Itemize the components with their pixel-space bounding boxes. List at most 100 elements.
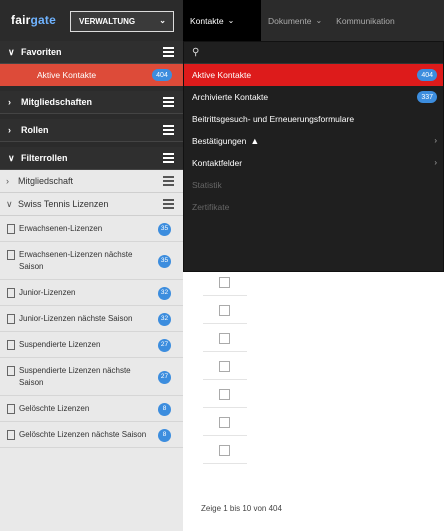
count-badge: 8 (158, 428, 171, 442)
row-checkbox[interactable] (219, 361, 230, 372)
chevron-down-icon: ∨ (8, 152, 15, 163)
table-row (203, 408, 247, 436)
dropdown-item-label: Zertifikate (192, 202, 230, 212)
filter-item-label: Junior-Lizenzen (19, 288, 76, 297)
nav-kommunikation-label: Kommunikation (336, 15, 395, 26)
row-checkbox[interactable] (219, 305, 230, 316)
bookmark-icon[interactable] (7, 224, 15, 234)
section-mitgliedschaften[interactable]: › Mitgliedschaften (0, 91, 183, 114)
sidebar: ∨ Favoriten Aktive Kontakte 404 › Mitgli… (0, 41, 183, 531)
section-rollen[interactable]: › Rollen (0, 119, 183, 142)
dropdown-item[interactable]: Archivierte Kontakte 337 (184, 86, 443, 108)
filter-item-label: Gelöschte Lizenzen nächste Saison (19, 430, 147, 439)
nav-kontakte-label: Kontakte (190, 15, 224, 26)
chevron-down-icon: ⌄ (227, 16, 235, 25)
dropdown-items: Aktive Kontakte 404 Archivierte Kontakte 33… (184, 64, 443, 218)
app-logo[interactable]: fairgate (11, 13, 56, 27)
dropdown-item[interactable]: Bestätigungen ▲ › (184, 130, 443, 152)
count-badge: 27 (158, 370, 171, 384)
chevron-down-icon: ∨ (8, 46, 15, 57)
filter-item[interactable]: Gelöschte Lizenzen nächste Saison 8 (0, 422, 183, 448)
dropdown-item-label: Statistik (192, 180, 222, 190)
menu-icon[interactable] (163, 97, 174, 107)
bookmark-icon[interactable] (7, 340, 15, 350)
filter-item[interactable]: Junior-Lizenzen nächste Saison 32 (0, 306, 183, 332)
row-checkbox[interactable] (219, 333, 230, 344)
menu-icon[interactable] (163, 153, 174, 163)
dropdown-item-label: Beitrittsgesuch- und Erneuerungsformular… (192, 114, 355, 124)
filter-item[interactable]: Erwachsenen-Lizenzen 35 (0, 216, 183, 242)
bookmark-icon[interactable] (7, 288, 15, 298)
dropdown-item-label: Archivierte Kontakte (192, 92, 269, 102)
count-badge: 32 (158, 286, 171, 300)
contacts-table (203, 240, 247, 464)
bookmark-icon[interactable] (7, 430, 15, 440)
row-checkbox[interactable] (219, 389, 230, 400)
filter-item-label: Junior-Lizenzen nächste Saison (19, 314, 133, 323)
dropdown-item: Zertifikate (184, 196, 443, 218)
chevron-down-icon: ⌄ (315, 16, 323, 25)
count-badge: 404 (417, 69, 437, 81)
filter-item-label: Erwachsenen-Lizenzen (19, 224, 103, 233)
chevron-down-icon: ⌄ (159, 16, 166, 25)
menu-icon[interactable] (163, 125, 174, 135)
filter-item[interactable]: Gelöschte Lizenzen 8 (0, 396, 183, 422)
section-favoriten[interactable]: ∨ Favoriten (0, 41, 183, 64)
dropdown-item[interactable]: Kontaktfelder › (184, 152, 443, 174)
group-swiss-tennis-lizenzen[interactable]: ∨ Swiss Tennis Lizenzen (0, 193, 183, 216)
row-checkbox[interactable] (219, 277, 230, 288)
filter-item[interactable]: Suspendierte Lizenzen 27 (0, 332, 183, 358)
search-icon: ⚲ (192, 47, 200, 58)
bookmark-icon[interactable] (7, 250, 15, 260)
chevron-right-icon: › (8, 97, 11, 107)
table-row (203, 436, 247, 464)
count-badge: 27 (158, 338, 171, 352)
menu-icon[interactable] (163, 176, 174, 186)
filter-item[interactable]: Suspendierte Lizenzen nächste Saison 27 (0, 358, 183, 396)
section-filterrollen-title: Filterrollen (21, 153, 68, 163)
top-navigation: Kontakte ⌄ Dokumente ⌄ Kommunikation (183, 0, 402, 41)
table-row (203, 352, 247, 380)
bookmark-icon[interactable] (7, 366, 15, 376)
filter-item[interactable]: Junior-Lizenzen 32 (0, 280, 183, 306)
count-badge: 404 (152, 69, 172, 81)
dropdown-item-label: Aktive Kontakte (192, 70, 252, 80)
group-mitgliedschaft[interactable]: › Mitgliedschaft (0, 170, 183, 193)
admin-area-select[interactable]: VERWALTUNG ⌄ (70, 11, 174, 32)
bookmark-icon[interactable] (7, 314, 15, 324)
dropdown-item[interactable]: Beitrittsgesuch- und Erneuerungsformular… (184, 108, 443, 130)
dropdown-item-label: Bestätigungen (192, 136, 247, 146)
logo-text-accent: gate (30, 13, 56, 27)
nav-kontakte[interactable]: Kontakte ⌄ (183, 0, 261, 41)
filter-item[interactable]: Erwachsenen-Lizenzen nächste Saison 35 (0, 242, 183, 280)
nav-kommunikation[interactable]: Kommunikation (329, 0, 402, 41)
pagination-info: Zeige 1 bis 10 von 404 (201, 504, 282, 513)
chevron-right-icon: › (8, 125, 11, 135)
row-checkbox[interactable] (219, 445, 230, 456)
dropdown-search[interactable]: ⚲ (184, 42, 443, 64)
filter-item-label: Erwachsenen-Lizenzen nächste Saison (19, 250, 133, 271)
section-filterrollen[interactable]: ∨ Filterrollen (0, 147, 183, 170)
dropdown-item-label: Kontaktfelder (192, 158, 243, 168)
warning-icon: ▲ (250, 136, 260, 146)
chevron-right-icon: › (6, 176, 9, 186)
table-row (203, 268, 247, 296)
count-badge: 35 (158, 222, 171, 236)
chevron-right-icon: › (434, 158, 437, 167)
menu-icon[interactable] (163, 47, 174, 57)
sidebar-item-aktive-kontakte[interactable]: Aktive Kontakte 404 (0, 64, 183, 86)
chevron-right-icon: › (434, 136, 437, 145)
menu-icon[interactable] (163, 199, 174, 209)
row-checkbox[interactable] (219, 417, 230, 428)
nav-dokumente-label: Dokumente (268, 15, 312, 26)
filter-item-label: Gelöschte Lizenzen (19, 404, 90, 413)
top-bar: fairgate VERWALTUNG ⌄ Kontakte ⌄ Dokumen… (0, 0, 444, 41)
nav-dokumente[interactable]: Dokumente ⌄ (261, 0, 329, 41)
section-mitgliedschaften-title: Mitgliedschaften (21, 97, 93, 107)
filter-item-label: Suspendierte Lizenzen nächste Saison (19, 366, 131, 387)
dropdown-item[interactable]: Aktive Kontakte 404 (184, 64, 443, 86)
table-row (203, 296, 247, 324)
kontakte-dropdown-menu: ⚲ Aktive Kontakte 404 Archivierte Kontakte… (183, 41, 444, 272)
admin-select-label: VERWALTUNG (79, 17, 136, 26)
bookmark-icon[interactable] (7, 404, 15, 414)
